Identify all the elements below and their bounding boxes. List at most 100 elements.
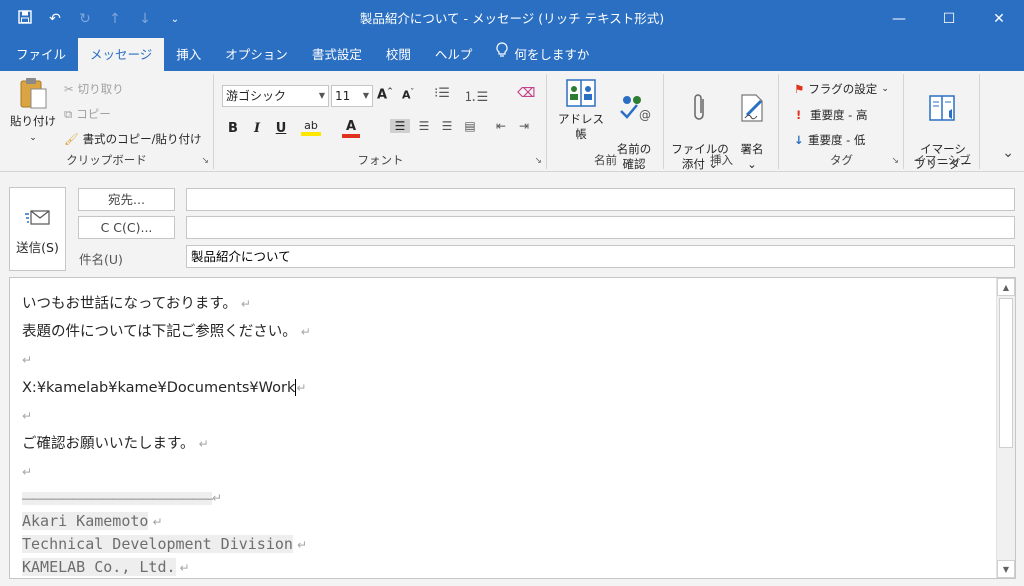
bullets-icon[interactable]: ⁝☰	[429, 86, 455, 101]
signature-separator: ―――――――――――――――――――↵	[22, 491, 223, 505]
shrink-font-label: A	[401, 88, 411, 102]
tab-file[interactable]: ファイル	[4, 38, 78, 71]
font-group: 游ゴシック ▼ 11 ▼ A^ Aˇ ⁝☰ ⒈☰ ⌫ B I U ab A ☰ …	[215, 74, 547, 169]
send-button[interactable]: 送信(S)	[9, 187, 66, 271]
align-left-icon[interactable]: ☰	[390, 119, 410, 133]
brush-icon: 🖌	[64, 132, 79, 146]
clear-formatting-icon[interactable]: ⌫	[517, 86, 535, 101]
tab-help[interactable]: ヘルプ	[423, 38, 485, 71]
message-header: 送信(S) 宛先... C C(C)... 件名(U) 製品紹介について	[0, 172, 1024, 276]
font-name-combo[interactable]: 游ゴシック ▼	[222, 85, 329, 107]
paste-button[interactable]: 貼り付け ⌄	[8, 76, 58, 146]
body-line: いつもお世話になっております。 ↵	[22, 296, 251, 312]
subject-label: 件名(U)	[79, 252, 123, 267]
to-button[interactable]: 宛先...	[78, 188, 175, 211]
shrink-font-button[interactable]: Aˇ	[399, 88, 417, 102]
copy-button[interactable]: ⧉ コピー	[64, 106, 111, 122]
cc-button[interactable]: C C(C)...	[78, 216, 175, 239]
tab-options[interactable]: オプション	[213, 38, 300, 71]
cc-field[interactable]	[186, 216, 1015, 239]
paste-label: 貼り付け	[10, 114, 56, 128]
scroll-thumb[interactable]	[999, 298, 1013, 448]
clipboard-group: 貼り付け ⌄ ✂ 切り取り ⧉ コピー 🖌 書式のコピー/貼り付け クリップボー…	[0, 74, 214, 169]
down-arrow-icon: ↓	[794, 133, 804, 147]
align-center-icon[interactable]: ☰	[414, 119, 434, 133]
italic-button[interactable]: I	[248, 121, 266, 136]
high-importance-label: 重要度 - 高	[810, 108, 868, 122]
format-painter-label: 書式のコピー/貼り付け	[82, 132, 202, 146]
cut-button[interactable]: ✂ 切り取り	[64, 81, 124, 97]
collapse-ribbon-icon[interactable]: ⌄	[1002, 145, 1014, 161]
font-name-value: 游ゴシック	[226, 89, 287, 103]
tab-insert[interactable]: 挿入	[164, 38, 213, 71]
immersive-group: イマーシ ブリーダー イマーシブ	[905, 74, 980, 171]
title-bar: ↶ ↻ ↑ ↓ ⌄ 製品紹介について - メッセージ (リッチ テキスト形式) …	[0, 0, 1024, 38]
clipboard-group-label: クリップボード	[66, 153, 147, 167]
high-importance-button[interactable]: ! 重要度 - 高	[796, 107, 867, 123]
address-book-label: アドレス帳	[558, 112, 604, 141]
copy-icon: ⧉	[64, 106, 73, 121]
paste-icon	[20, 78, 47, 109]
underline-button[interactable]: U	[272, 121, 290, 136]
body-line: ご確認お願いいたします。 ↵	[22, 436, 209, 452]
send-label: 送信(S)	[16, 240, 59, 255]
dialog-launcher-icon[interactable]: ↘	[201, 156, 209, 166]
immersive-reader-icon	[929, 95, 955, 121]
body-text[interactable]: いつもお世話になっております。 ↵ 表題の件については下記ご参照ください。 ↵ ↵ …	[22, 290, 991, 578]
chevron-down-icon: ⌄	[29, 133, 37, 143]
body-line: ↵	[22, 409, 33, 423]
include-group-label: 挿入	[710, 153, 733, 167]
increase-indent-icon[interactable]: ⇥	[514, 119, 534, 133]
follow-up-label: フラグの設定	[808, 82, 878, 96]
follow-up-button[interactable]: ⚑ フラグの設定 ⌄	[794, 81, 889, 97]
signature-company: KAMELAB Co., Ltd. ↵	[22, 558, 190, 576]
highlight-icon[interactable]: ab	[301, 119, 321, 136]
numbering-icon[interactable]: ⒈☰	[463, 86, 489, 105]
low-importance-button[interactable]: ↓ 重要度 - 低	[794, 132, 865, 148]
check-names-icon: @	[620, 96, 651, 122]
tell-me-box[interactable]: 何をしますか	[484, 38, 601, 71]
body-line: ↵	[22, 465, 33, 479]
subject-field[interactable]: 製品紹介について	[186, 245, 1015, 268]
format-painter-button[interactable]: 🖌 書式のコピー/貼り付け	[64, 131, 201, 147]
message-body[interactable]: いつもお世話になっております。 ↵ 表題の件については下記ご参照ください。 ↵ ↵ …	[9, 277, 1016, 579]
to-field[interactable]	[186, 188, 1015, 211]
tab-review[interactable]: 校閲	[374, 38, 423, 71]
tab-message[interactable]: メッセージ	[78, 38, 165, 71]
body-line-path: X:¥kamelab¥kame¥Documents¥Work↵	[22, 378, 307, 396]
justify-icon[interactable]: ▤	[460, 119, 480, 133]
paperclip-icon	[694, 94, 704, 120]
grow-font-label: A	[377, 87, 388, 103]
address-book-button[interactable]: アドレス帳	[554, 78, 608, 142]
address-book-icon	[566, 79, 596, 107]
font-color-icon[interactable]: A	[342, 119, 360, 138]
signature-name: Akari Kamemoto ↵	[22, 512, 163, 530]
close-button[interactable]: ✕	[974, 0, 1024, 38]
font-size-combo[interactable]: 11 ▼	[331, 85, 373, 107]
signature-icon	[741, 94, 763, 122]
chevron-down-icon: ▼	[362, 91, 369, 100]
dialog-launcher-icon[interactable]: ↘	[534, 156, 542, 166]
tell-me-label: 何をしますか	[514, 47, 590, 62]
exclamation-icon: !	[796, 108, 802, 122]
grow-font-button[interactable]: A^	[376, 87, 394, 102]
vertical-scrollbar[interactable]: ▲ ▼	[996, 278, 1015, 578]
scroll-down-icon[interactable]: ▼	[997, 560, 1015, 578]
signature-division: Technical Development Division ↵	[22, 535, 307, 553]
chevron-down-icon: ⌄	[881, 84, 889, 94]
bold-button[interactable]: B	[224, 121, 242, 136]
tab-format-text[interactable]: 書式設定	[300, 38, 374, 71]
body-line: ↵	[22, 353, 33, 367]
names-group-label: 名前	[594, 153, 617, 167]
tags-group: ⚑ フラグの設定 ⌄ ! 重要度 - 高 ↓ 重要度 - 低 タグ ↘	[780, 74, 904, 169]
align-right-icon[interactable]: ☰	[437, 119, 457, 133]
dialog-launcher-icon[interactable]: ↘	[891, 156, 899, 166]
decrease-indent-icon[interactable]: ⇤	[491, 119, 511, 133]
tags-group-label: タグ	[830, 153, 853, 167]
minimize-button[interactable]: —	[874, 0, 924, 38]
names-group: アドレス帳 @ 名前の 確認 名前	[548, 74, 664, 171]
include-group: ファイルの 添付 ⌄ 署名 ⌄ 挿入	[665, 74, 779, 171]
maximize-button[interactable]: ☐	[924, 0, 974, 38]
scroll-up-icon[interactable]: ▲	[997, 278, 1015, 296]
copy-label: コピー	[76, 107, 111, 121]
